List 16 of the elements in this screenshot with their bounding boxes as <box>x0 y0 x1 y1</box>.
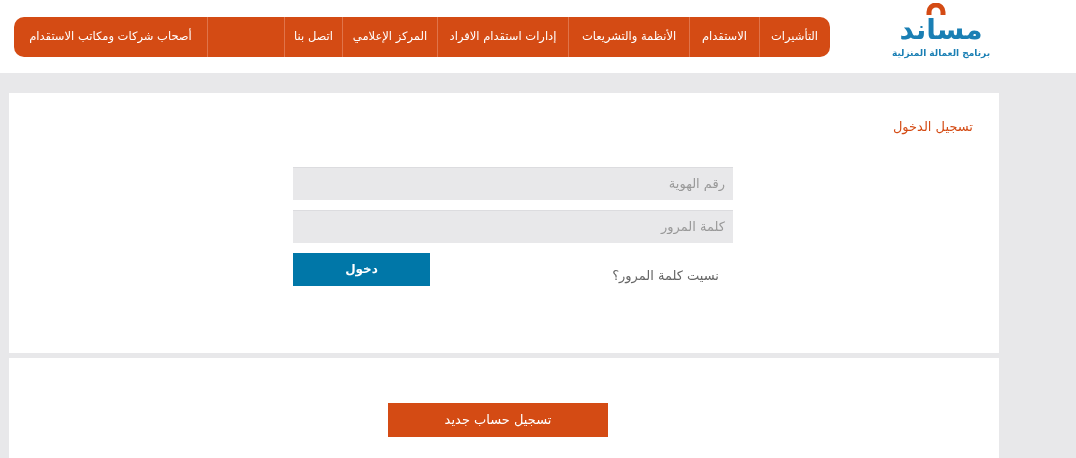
nav-link[interactable]: أصحاب شركات ومكاتب الاستقدام <box>14 17 207 57</box>
nav-link[interactable]: الأنظمة والتشريعات <box>568 17 689 57</box>
nav-link[interactable]: اتصل بنا <box>284 17 342 57</box>
nav-link[interactable]: التأشيرات <box>759 17 829 57</box>
forgot-password-link[interactable]: نسيت كلمة المرور؟ <box>612 266 719 286</box>
register-button[interactable]: تسجيل حساب جديد <box>388 403 608 437</box>
logo-subtitle: برنامج العمالة المنزلية <box>891 47 991 59</box>
input-field[interactable]: كلمة المرور <box>293 209 733 243</box>
nav-link[interactable]: الاستقدام <box>689 17 759 57</box>
arch-icon <box>926 3 946 15</box>
nav-link[interactable]: إدارات استقدام الافراد <box>437 17 568 57</box>
login-title: تسجيل الدخول <box>892 118 973 137</box>
input-field[interactable]: رقم الهوية <box>293 166 733 200</box>
login-button[interactable]: دخول <box>293 252 430 286</box>
nav-link[interactable]: المركز الإعلامي <box>342 17 437 57</box>
logo-wordmark: مساند <box>899 15 983 45</box>
